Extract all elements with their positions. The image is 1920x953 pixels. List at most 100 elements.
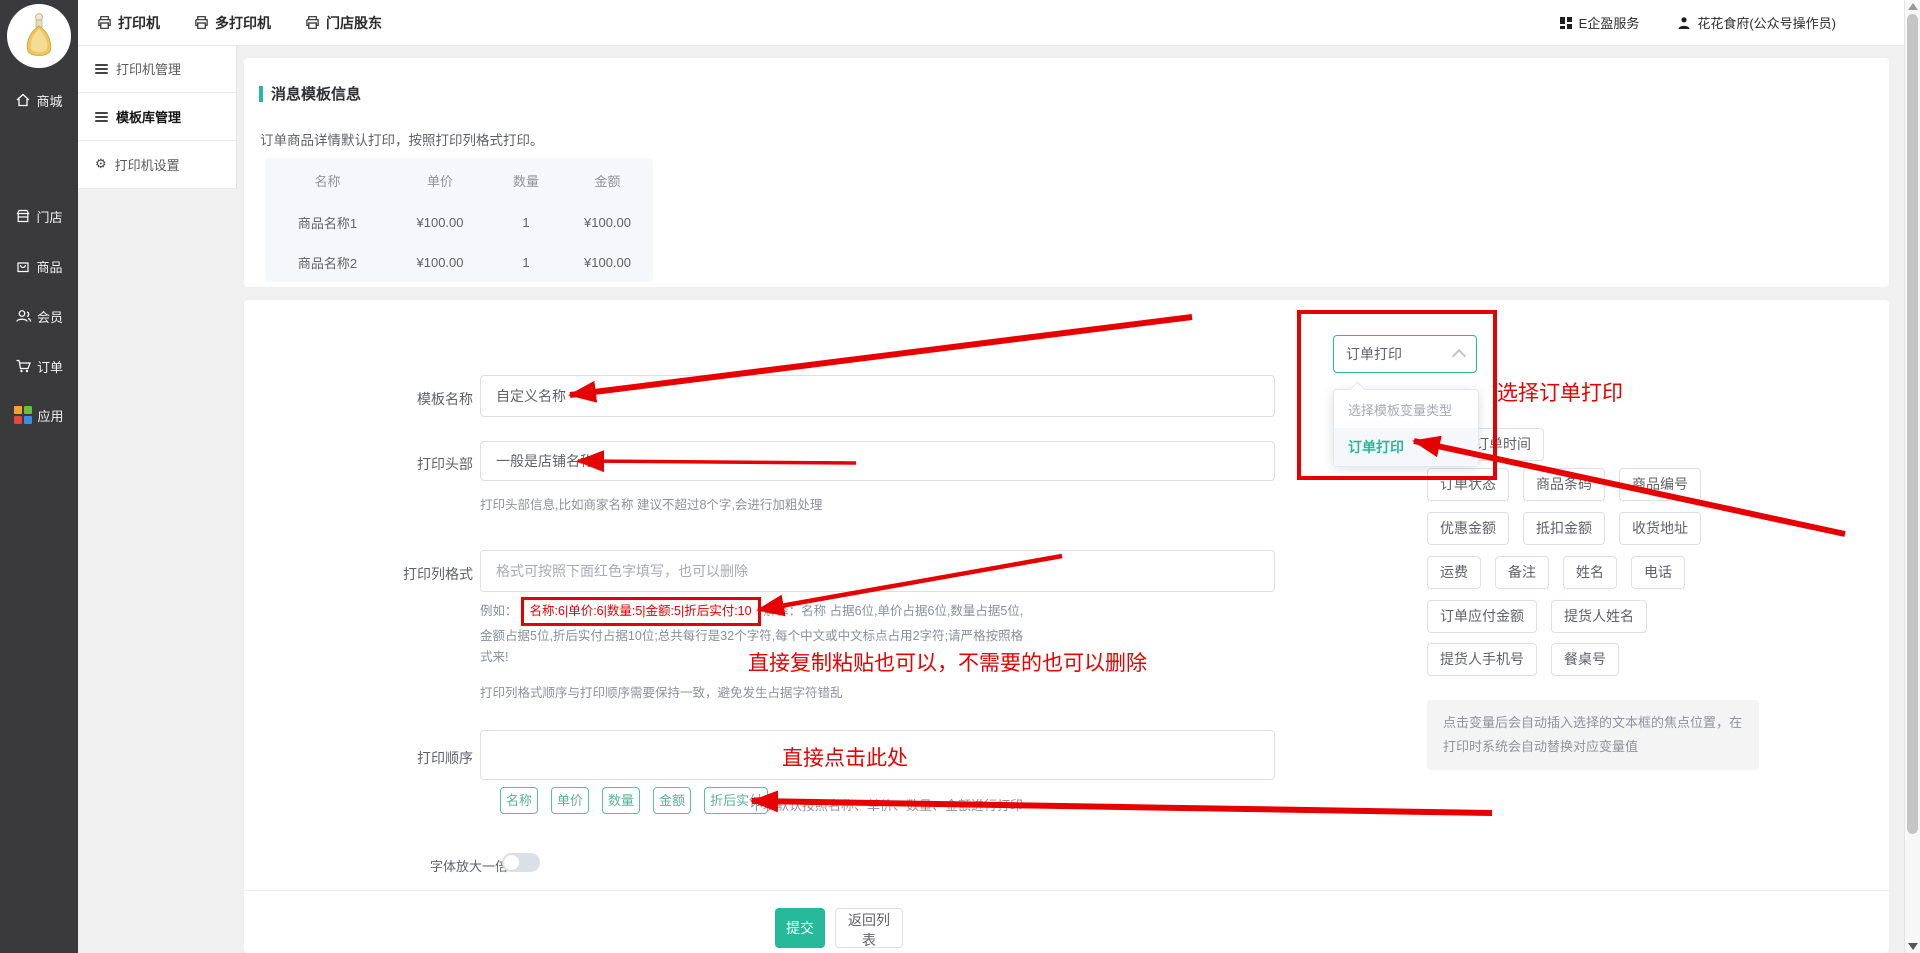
sidebar-item-label: 商城 — [36, 91, 62, 110]
operator-label: 花花食府(公众号操作员) — [1697, 13, 1836, 32]
template-name-label: 模板名称 — [300, 389, 473, 409]
submit-button[interactable]: 提交 — [775, 908, 825, 948]
print-header-label: 打印头部 — [300, 454, 473, 474]
annotation-rectangle — [1297, 310, 1497, 480]
sidebar-item-mall[interactable]: 商城 — [0, 88, 78, 112]
print-order-label: 打印顺序 — [300, 748, 473, 768]
preview-table-header: 名称 单价 数量 金额 — [265, 158, 653, 202]
print-header-input[interactable] — [480, 441, 1275, 481]
submenu-item-template-library[interactable]: 模板库管理 — [78, 93, 236, 141]
apps-icon — [14, 406, 32, 424]
sidebar-item-label: 商品 — [36, 257, 62, 276]
sidebar-item-store[interactable]: 门店 — [0, 204, 78, 228]
var-tag[interactable]: 提货人姓名 — [1551, 600, 1647, 633]
var-tag[interactable]: 备注 — [1495, 556, 1549, 589]
order-tag-amount[interactable]: 金额 — [653, 787, 691, 814]
var-tag[interactable]: 订单应付金额 — [1427, 600, 1537, 633]
sidebar-item-label: 会员 — [37, 307, 63, 326]
user-icon — [1677, 16, 1691, 30]
scrollbar-thumb[interactable] — [1907, 14, 1918, 834]
page-title: 消息模板信息 — [271, 83, 361, 104]
order-tag-name[interactable]: 名称 — [500, 787, 538, 814]
avatar[interactable] — [7, 4, 71, 68]
var-tag-row-4: 运费 备注 姓名 电话 — [1427, 556, 1685, 589]
example-format-code: 名称:6|单价:6|数量:5|金额:5|折后实付:10 — [521, 597, 761, 626]
cell: 1 — [490, 255, 562, 270]
var-tag-row-3: 优惠金额 抵扣金额 收货地址 — [1427, 512, 1701, 545]
cell: ¥100.00 — [390, 255, 490, 270]
cell: 商品名称1 — [265, 213, 390, 232]
topnav-item-multi-printer[interactable]: 多打印机 — [194, 13, 271, 33]
topnav-item-printer[interactable]: 打印机 — [97, 13, 160, 33]
gear-icon: ⚙ — [95, 157, 107, 172]
var-tag[interactable]: 优惠金额 — [1427, 512, 1509, 545]
cell: ¥100.00 — [562, 255, 653, 270]
submenu-item-printer-settings[interactable]: ⚙ 打印机设置 — [78, 141, 236, 189]
submenu-item-printer-management[interactable]: 打印机管理 — [78, 45, 236, 93]
home-icon — [15, 92, 31, 108]
operator-menu[interactable]: 花花食府(公众号操作员) — [1677, 13, 1836, 32]
var-tag[interactable]: 抵扣金额 — [1523, 512, 1605, 545]
toggle-knob — [504, 855, 519, 870]
list-icon — [95, 110, 108, 124]
sidebar-item-label: 应用 — [37, 406, 63, 425]
print-columns-label: 打印列格式 — [300, 564, 473, 584]
var-tag[interactable]: 餐桌号 — [1551, 643, 1619, 676]
topbar-right: E企盈服务 花花食府(公众号操作员) — [1559, 0, 1836, 45]
scroll-up-arrow[interactable] — [1908, 3, 1918, 10]
font-double-toggle[interactable] — [502, 853, 540, 872]
col-header: 单价 — [390, 171, 490, 190]
var-tag[interactable]: 电话 — [1631, 556, 1685, 589]
var-tag[interactable]: 商品条码 — [1523, 468, 1605, 501]
topnav-item-label: 多打印机 — [215, 13, 271, 33]
sidebar-item-members[interactable]: 会员 — [0, 304, 78, 328]
print-order-tags: 名称 单价 数量 金额 折后实付 — [500, 787, 768, 814]
annotation-select-order-print: 选择订单打印 — [1497, 377, 1623, 407]
col-header: 金额 — [562, 171, 653, 190]
print-header-help: 打印头部信息,比如商家名称 建议不超过8个字,会进行加粗处理 — [480, 494, 822, 513]
back-to-list-button[interactable]: 返回列表 — [835, 908, 903, 948]
sidebar-item-orders[interactable]: 订单 — [0, 354, 78, 378]
table-row: 商品名称2 ¥100.00 1 ¥100.00 — [265, 242, 653, 282]
footer-divider — [244, 890, 1889, 891]
var-tag[interactable]: 收货地址 — [1619, 512, 1701, 545]
topnav: 打印机 多打印机 门店股东 — [97, 0, 382, 45]
printer-icon — [97, 15, 112, 30]
cell: 商品名称2 — [265, 253, 390, 272]
order-tag-qty[interactable]: 数量 — [602, 787, 640, 814]
var-panel-hint: 点击变量后会自动插入选择的文本框的焦点位置，在打印时系统会自动替换对应变量值 — [1427, 700, 1759, 770]
topbar: 打印机 多打印机 门店股东 E企盈服务 花花食府(公众号操作员) — [78, 0, 1904, 46]
perfume-bottle-icon — [22, 13, 56, 59]
print-columns-input[interactable] — [480, 550, 1275, 592]
page-title-block: 消息模板信息 — [259, 83, 361, 104]
goods-bag-icon — [15, 258, 31, 274]
topnav-item-store-shareholder[interactable]: 门店股东 — [305, 13, 382, 33]
submenu-item-label: 模板库管理 — [116, 107, 181, 126]
page-scrollbar[interactable] — [1904, 0, 1920, 953]
title-accent-bar — [259, 86, 263, 102]
cell: ¥100.00 — [562, 215, 653, 230]
printer-submenu: 打印机管理 模板库管理 ⚙ 打印机设置 — [78, 45, 237, 189]
var-tag[interactable]: 运费 — [1427, 556, 1481, 589]
var-tag[interactable]: 提货人手机号 — [1427, 643, 1537, 676]
template-name-input[interactable] — [480, 375, 1275, 417]
order-tag-price[interactable]: 单价 — [551, 787, 589, 814]
var-tag-row-6: 提货人手机号 餐桌号 — [1427, 643, 1619, 676]
var-tag[interactable]: 商品编号 — [1619, 468, 1701, 501]
main-sidebar: 商城 门店 商品 会员 订单 应用 — [0, 0, 78, 953]
col-header: 名称 — [265, 171, 390, 190]
var-tag[interactable]: 姓名 — [1563, 556, 1617, 589]
service-menu[interactable]: E企盈服务 — [1559, 13, 1640, 32]
scroll-down-arrow[interactable] — [1908, 943, 1918, 950]
example-prefix: 例如： — [480, 604, 518, 618]
submenu-item-label: 打印机管理 — [116, 59, 181, 78]
sidebar-item-apps[interactable]: 应用 — [0, 403, 78, 427]
printer-icon — [305, 15, 320, 30]
col-header: 数量 — [490, 171, 562, 190]
annotation-click-here: 直接点击此处 — [782, 742, 908, 772]
sidebar-item-label: 订单 — [37, 357, 63, 376]
print-columns-note: 打印列格式顺序与打印顺序需要保持一致，避免发生占据字符错乱 — [480, 682, 843, 701]
cell: ¥100.00 — [390, 215, 490, 230]
topnav-item-label: 门店股东 — [326, 13, 382, 33]
sidebar-item-goods[interactable]: 商品 — [0, 254, 78, 278]
